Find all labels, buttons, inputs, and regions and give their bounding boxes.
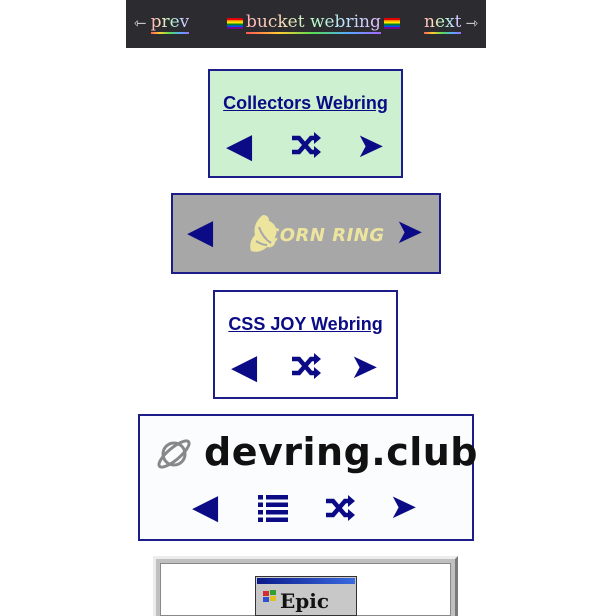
devring-random-button[interactable]: [324, 494, 356, 527]
bucket-prev-link[interactable]: ⇽ prev: [134, 12, 190, 34]
devring-next-button[interactable]: ➤: [389, 490, 418, 524]
epic-inner-panel: Epic: [160, 563, 451, 616]
planet-icon: [157, 439, 191, 469]
corn-ring-widget: ◀ CORN RING ➤: [171, 193, 441, 274]
left-arrow-icon: ⇽: [134, 14, 147, 32]
corn-ring-logo-text: CORN RING: [266, 225, 385, 246]
epic-label: Epic: [280, 589, 330, 613]
rainbow-flag-icon: [227, 17, 243, 29]
collectors-next-button[interactable]: ➤: [356, 129, 385, 163]
window-flag-icon: [263, 590, 276, 602]
bucket-next-label: next: [424, 12, 462, 34]
bucket-title: bucket webring: [246, 12, 381, 34]
css-joy-prev-button[interactable]: ◀: [231, 350, 257, 384]
css-joy-webring-widget: CSS JOY Webring ◀ ➤: [213, 290, 398, 399]
devring-name: devring.club: [204, 430, 479, 474]
collectors-webring-title-link[interactable]: Collectors Webring: [210, 93, 401, 114]
shuffle-icon: [292, 353, 321, 379]
list-icon: [258, 495, 288, 522]
bucket-webring-bar: ⇽ prev bucket webring next ⇾: [126, 0, 486, 48]
devring-widget: devring.club ◀ ➤: [138, 414, 478, 541]
css-joy-title-link[interactable]: CSS JOY Webring: [215, 314, 396, 335]
corn-next-button[interactable]: ➤: [395, 215, 424, 249]
rainbow-flag-icon: [383, 17, 400, 29]
epic-webring-widget: Epic: [153, 556, 458, 616]
css-joy-next-button[interactable]: ➤: [350, 350, 379, 384]
corn-prev-button[interactable]: ◀: [187, 215, 213, 249]
shuffle-icon: [292, 132, 321, 158]
bucket-next-link[interactable]: next ⇾: [424, 12, 478, 34]
devring-list-button[interactable]: [257, 494, 289, 527]
shuffle-icon: [326, 495, 355, 521]
collectors-webring-widget: Collectors Webring ◀ ➤: [208, 69, 403, 178]
css-joy-random-button[interactable]: [290, 352, 322, 385]
epic-badge-link[interactable]: Epic: [255, 576, 357, 616]
right-arrow-icon: ⇾: [465, 14, 479, 32]
window-titlebar: [257, 578, 355, 584]
collectors-prev-button[interactable]: ◀: [226, 129, 252, 163]
collectors-random-button[interactable]: [290, 131, 322, 164]
devring-prev-button[interactable]: ◀: [192, 490, 218, 524]
bucket-home-link[interactable]: bucket webring: [224, 12, 403, 34]
bucket-prev-label: prev: [150, 12, 190, 34]
